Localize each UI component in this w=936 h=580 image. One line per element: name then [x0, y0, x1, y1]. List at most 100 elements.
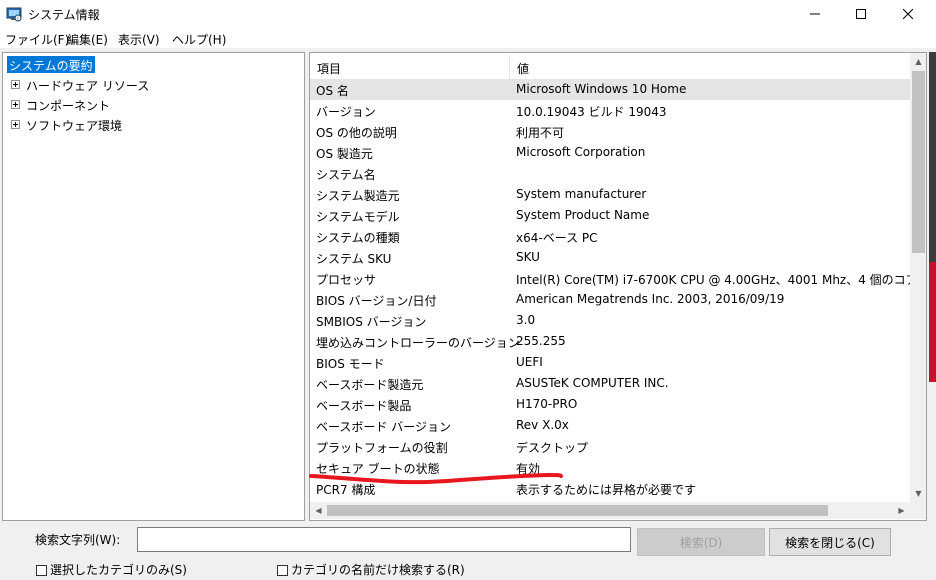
list-cell-value: x64-ベース PC: [516, 231, 598, 245]
list-row[interactable]: システムモデル System Product Name: [310, 205, 910, 226]
scroll-right-icon[interactable]: ▶: [893, 502, 910, 519]
list-cell-item: システムの種類: [316, 231, 400, 245]
list-row[interactable]: SMBIOS バージョン 3.0: [310, 310, 910, 331]
vertical-scroll-thumb[interactable]: [912, 71, 925, 253]
list-cell-value: System Product Name: [516, 208, 650, 222]
list-cell-item: OS 製造元: [316, 147, 373, 161]
list-row[interactable]: BIOS モード UEFI: [310, 352, 910, 373]
list-cell-item: BIOS モード: [316, 357, 385, 371]
menu-bar: ファイル(F) 編集(E) 表示(V) ヘルプ(H): [0, 28, 936, 48]
list-cell-item: システムモデル: [316, 210, 400, 224]
category-names-only-checkbox[interactable]: カテゴリの名前だけ検索する(R): [277, 561, 465, 577]
vertical-scrollbar[interactable]: ▲ ▼: [910, 53, 926, 502]
list-cell-value: ASUSTeK COMPUTER INC.: [516, 376, 669, 390]
column-header-item[interactable]: 項目: [317, 60, 341, 77]
list-cell-item: システム名: [316, 168, 376, 182]
checkbox-label: 選択したカテゴリのみ(S): [50, 563, 187, 577]
expand-plus-icon[interactable]: [11, 100, 20, 109]
scrollbar-corner: [910, 502, 926, 519]
list-row[interactable]: ベースボード製造元 ASUSTeK COMPUTER INC.: [310, 373, 910, 394]
list-row[interactable]: プロセッサ Intel(R) Core(TM) i7-6700K CPU @ 4.…: [310, 268, 926, 289]
maximize-button[interactable]: [838, 0, 884, 28]
maximize-icon: [856, 9, 866, 19]
tree-item-label: コンポーネント: [26, 99, 111, 113]
list-cell-value: UEFI: [516, 355, 543, 369]
list-cell-item: プラットフォームの役割: [316, 441, 448, 455]
list-cell-item: BIOS バージョン/日付: [316, 294, 437, 308]
expand-plus-icon[interactable]: [11, 80, 20, 89]
list-row[interactable]: BIOS バージョン/日付 American Megatrends Inc. 20…: [310, 289, 910, 310]
list-row[interactable]: プラットフォームの役割 デスクトップ: [310, 436, 910, 457]
checkbox-label: カテゴリの名前だけ検索する(R): [291, 563, 465, 577]
svg-text:i: i: [17, 16, 18, 22]
close-search-button[interactable]: 検索を閉じる(C): [769, 528, 891, 556]
scroll-left-icon[interactable]: ◀: [310, 502, 327, 519]
list-row[interactable]: バージョン 10.0.19043 ビルド 19043: [310, 100, 910, 121]
search-label: 検索文字列(W):: [35, 533, 121, 547]
red-underline-annotation: [309, 472, 563, 485]
window-title: システム情報: [28, 8, 100, 22]
list-cell-value: Microsoft Corporation: [516, 145, 646, 159]
list-cell-value: Microsoft Windows 10 Home: [516, 82, 687, 96]
list-cell-item: プロセッサ: [316, 273, 377, 287]
column-divider[interactable]: [509, 55, 510, 79]
list-cell-value: 利用不可: [516, 126, 565, 140]
list-cell-item: バージョン: [316, 105, 376, 119]
expand-plus-icon[interactable]: [11, 120, 20, 129]
scroll-up-icon[interactable]: ▲: [910, 53, 926, 70]
list-row[interactable]: OS 名 Microsoft Windows 10 Home: [310, 79, 910, 100]
minimize-icon: [810, 13, 820, 15]
list-header: 項目 値: [310, 55, 910, 79]
list-cell-item: システム SKU: [316, 252, 392, 266]
title-bar: i システム情報: [0, 0, 936, 28]
list-cell-item: OS の他の説明: [316, 126, 397, 140]
list-cell-item: SMBIOS バージョン: [316, 315, 427, 329]
system-info-app-icon: i: [6, 6, 22, 22]
list-cell-value: 3.0: [516, 313, 536, 327]
list-row[interactable]: ベースボード バージョン Rev X.0x: [310, 415, 910, 436]
list-cell-value: System manufacturer: [516, 187, 647, 201]
menu-file[interactable]: ファイル(F): [5, 31, 69, 48]
close-button[interactable]: [885, 0, 931, 28]
search-button[interactable]: 検索(D): [637, 528, 765, 556]
list-row[interactable]: ベースボード製品 H170-PRO: [310, 394, 910, 415]
close-icon: [903, 9, 913, 19]
menu-help[interactable]: ヘルプ(H): [172, 31, 226, 48]
list-row[interactable]: システム製造元 System manufacturer: [310, 184, 910, 205]
background-window-edge: [929, 52, 936, 262]
tree-item-label: ソフトウェア環境: [26, 119, 123, 133]
menu-view[interactable]: 表示(V): [118, 31, 160, 48]
list-row[interactable]: OS 製造元 Microsoft Corporation: [310, 142, 910, 163]
checkbox-unchecked-icon[interactable]: [277, 565, 288, 576]
tree-item-label: ハードウェア リソース: [26, 79, 150, 93]
list-cell-value: H170-PRO: [516, 397, 578, 411]
minimize-button[interactable]: [792, 0, 838, 28]
background-window-edge-red: [929, 262, 936, 382]
column-header-value[interactable]: 値: [517, 60, 529, 77]
list-cell-value: 10.0.19043 ビルド 19043: [516, 105, 667, 119]
category-tree: システムの要約 ハードウェア リソース コンポーネント ソフトウェア環境: [2, 52, 305, 521]
tree-item-system-summary[interactable]: システムの要約: [7, 56, 95, 73]
tree-item-hardware-resources[interactable]: ハードウェア リソース: [3, 76, 303, 94]
list-row[interactable]: 埋め込みコントローラーのバージョン 255.255: [310, 331, 910, 352]
list-row[interactable]: OS の他の説明 利用不可: [310, 121, 910, 142]
menu-edit[interactable]: 編集(E): [67, 31, 108, 48]
list-cell-value: 255.255: [516, 334, 566, 348]
scroll-down-icon[interactable]: ▼: [910, 485, 926, 502]
list-cell-value: Rev X.0x: [516, 418, 569, 432]
tree-item-software-environment[interactable]: ソフトウェア環境: [3, 116, 303, 134]
list-row[interactable]: システムの種類 x64-ベース PC: [310, 226, 910, 247]
horizontal-scroll-thumb[interactable]: [327, 505, 828, 516]
checkbox-unchecked-icon[interactable]: [36, 565, 47, 576]
list-row[interactable]: システム名: [310, 163, 910, 184]
list-cell-item: ベースボード製品: [316, 399, 412, 413]
list-cell-value: SKU: [516, 250, 540, 264]
list-row[interactable]: システム SKU SKU: [310, 247, 910, 268]
horizontal-scrollbar[interactable]: ◀ ▶: [310, 502, 910, 519]
list-cell-value: American Megatrends Inc. 2003, 2016/09/1…: [516, 292, 785, 306]
list-cell-item: システム製造元: [316, 189, 400, 203]
search-input[interactable]: [137, 527, 631, 552]
tree-item-components[interactable]: コンポーネント: [3, 96, 303, 114]
selected-category-only-checkbox[interactable]: 選択したカテゴリのみ(S): [36, 561, 187, 577]
list-cell-item: OS 名: [316, 84, 349, 98]
